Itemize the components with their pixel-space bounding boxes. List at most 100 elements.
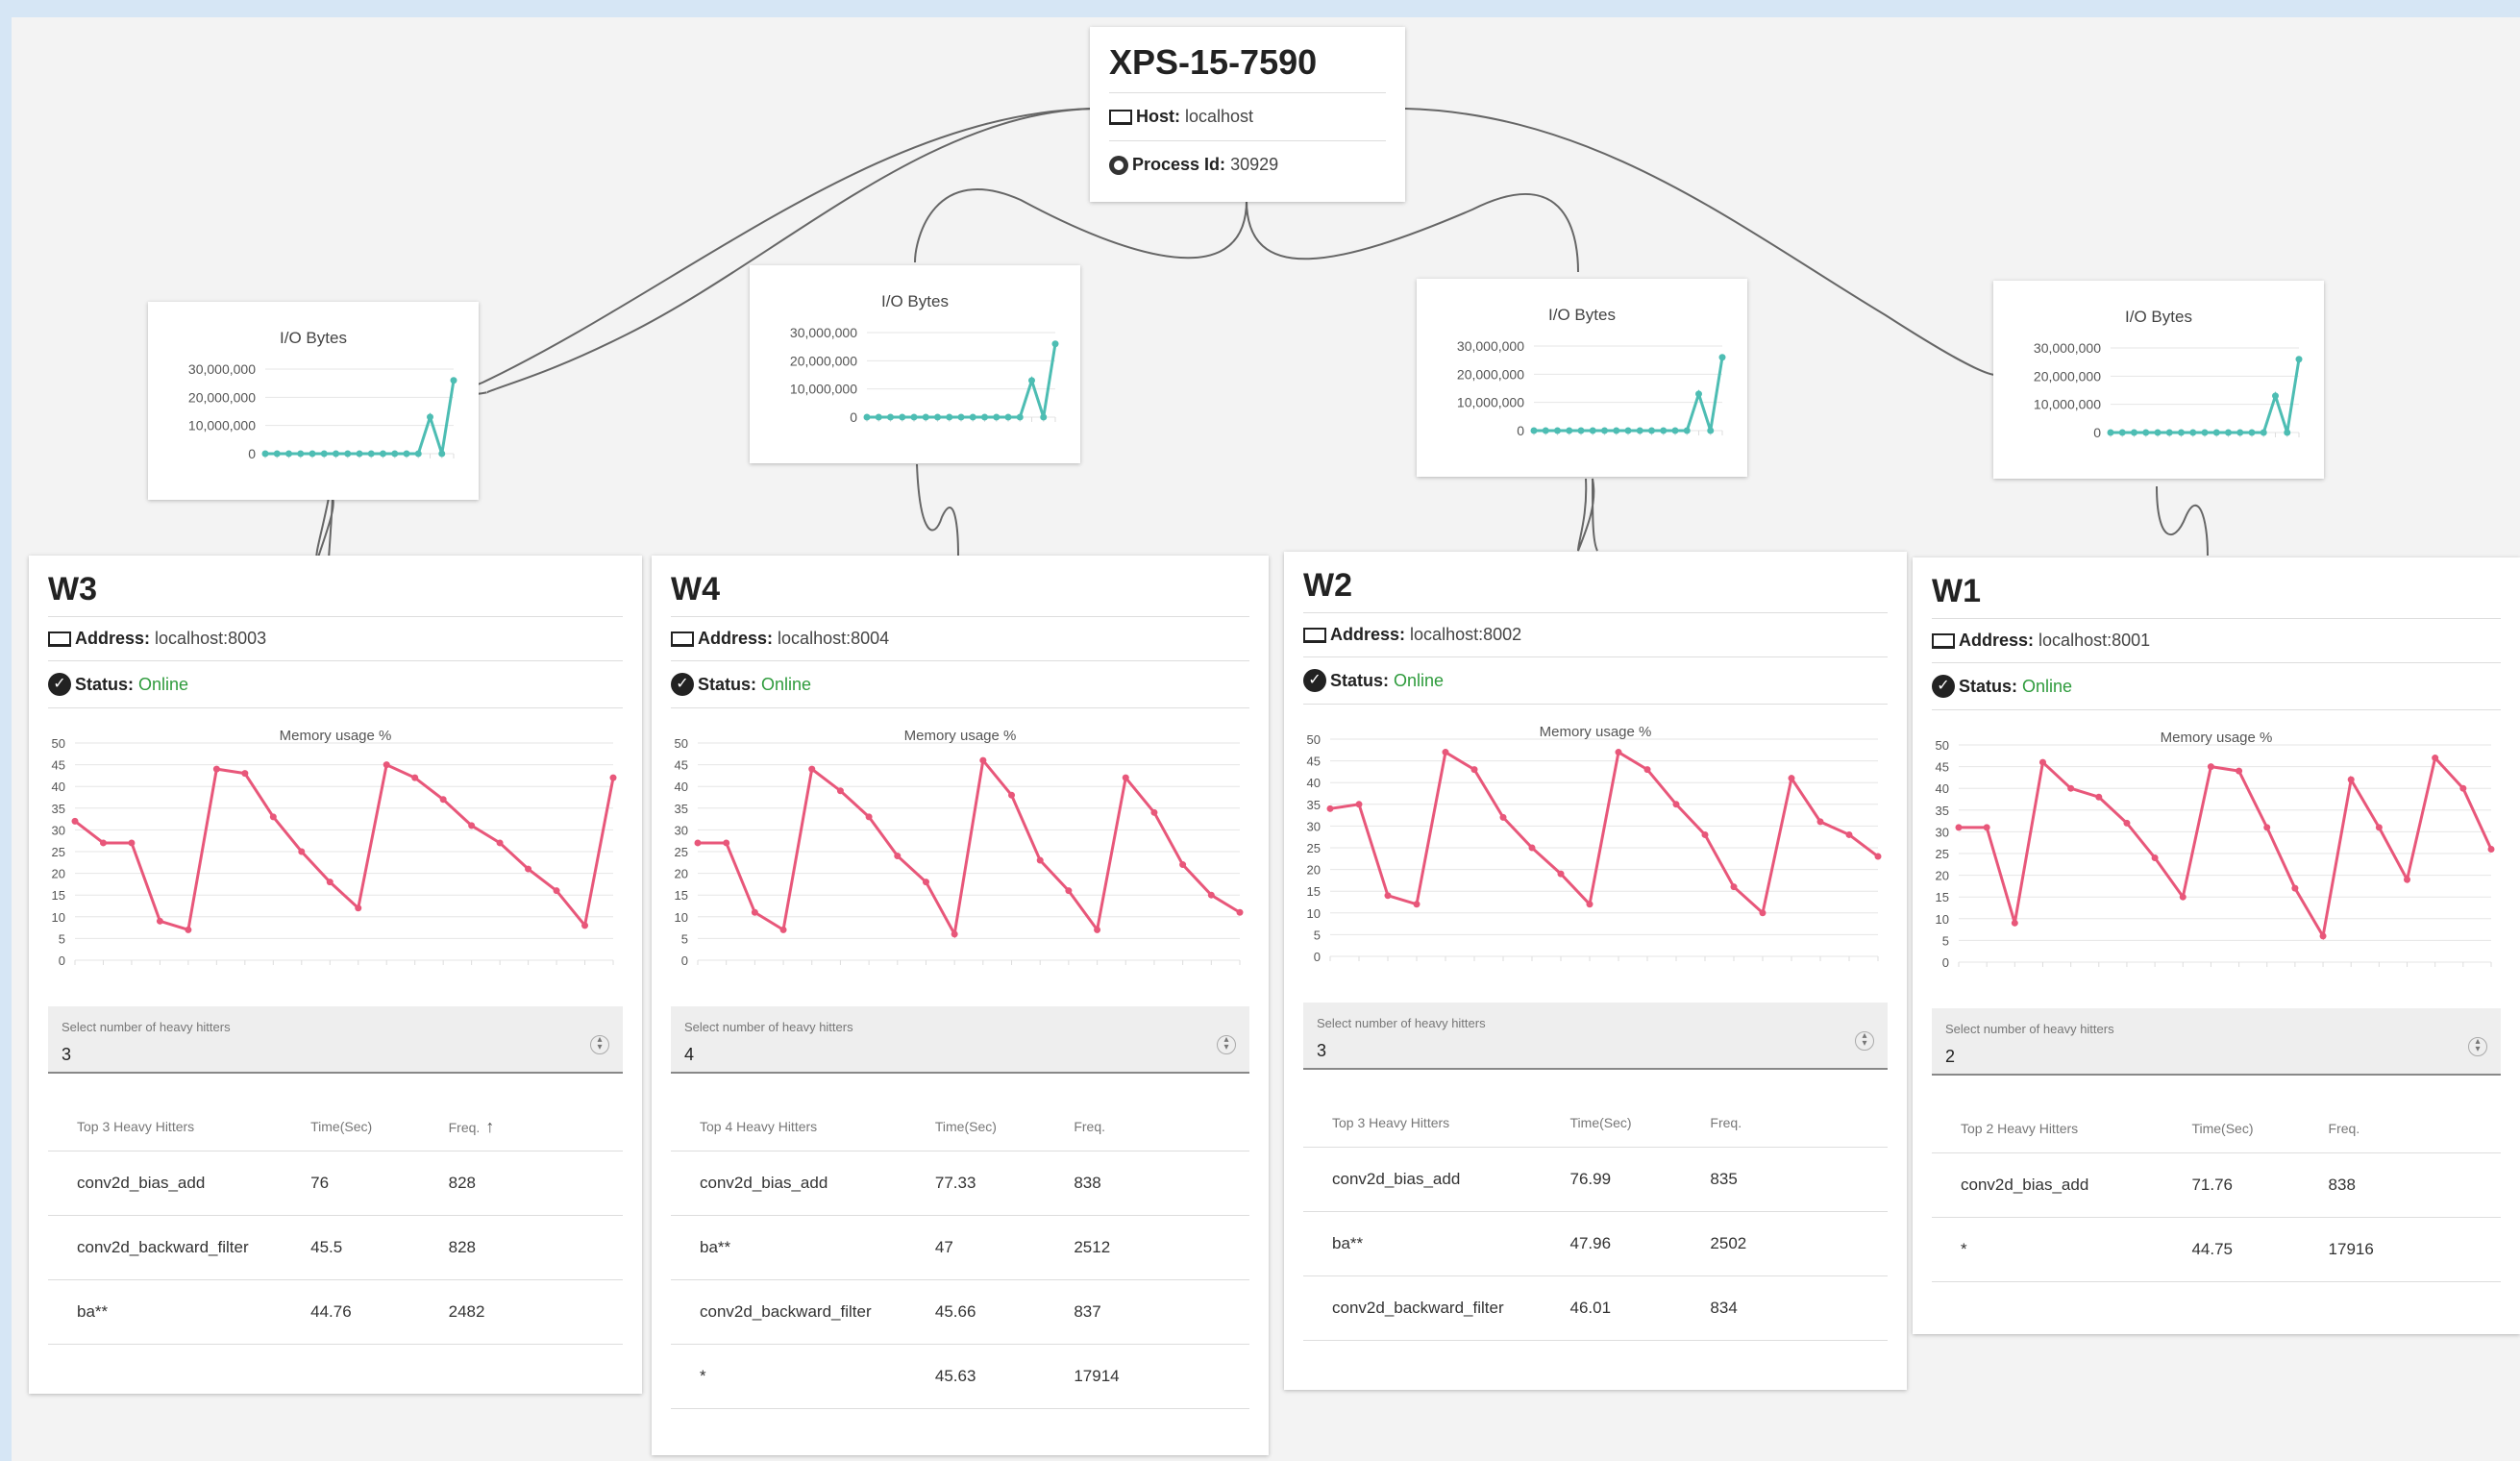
sort-arrow-up-icon[interactable]: ↑ (485, 1117, 494, 1136)
table-row[interactable]: ba** 47.96 2502 (1303, 1211, 1888, 1276)
y-tick-label: 30,000,000 (1457, 338, 1524, 354)
column-header-freq[interactable]: Freq. (1700, 1099, 1888, 1148)
data-point (1707, 427, 1715, 434)
data-point (367, 450, 375, 458)
data-point (1874, 853, 1882, 860)
address-row: Address: localhost:8001 (1932, 619, 2501, 663)
data-point (2432, 755, 2439, 762)
data-point (1004, 413, 1012, 421)
table-row[interactable]: conv2d_bias_add 71.76 838 (1932, 1152, 2501, 1218)
table-row[interactable]: * 44.75 17916 (1932, 1217, 2501, 1282)
io-chart: 30,000,000 20,000,000 10,000,000 0 (1457, 338, 1726, 438)
worker-card-w3[interactable]: W3 Address: localhost:8003 ✓ Status: Onl… (29, 556, 642, 1394)
column-header-freq[interactable]: Freq. ↑ (438, 1102, 623, 1151)
cell-freq: 838 (2318, 1152, 2501, 1218)
stepper-arrows-icon[interactable]: ▴ ▾ (2468, 1037, 2487, 1056)
column-header-name[interactable]: Top 3 Heavy Hitters (48, 1102, 302, 1151)
data-point (1816, 818, 1824, 826)
y-tick-label: 0 (681, 953, 688, 968)
data-point (1624, 427, 1632, 434)
worker-card-w1[interactable]: W1 Address: localhost:8001 ✓ Status: Onl… (1913, 557, 2520, 1334)
laptop-icon (1109, 109, 1132, 125)
cell-name: conv2d_bias_add (1932, 1152, 2183, 1218)
heavy-hitters-table: Top 3 Heavy Hitters Time(Sec) Freq. ↑ con… (48, 1102, 623, 1345)
data-point (1040, 413, 1048, 421)
data-point (2404, 876, 2411, 883)
table-row[interactable]: ba** 47 2512 (671, 1215, 1249, 1280)
laptop-icon (1303, 627, 1326, 643)
y-tick-label: 20,000,000 (2034, 368, 2101, 384)
table-row[interactable]: conv2d_backward_filter 45.66 837 (671, 1279, 1249, 1345)
worker-card-w4[interactable]: W4 Address: localhost:8004 ✓ Status: Onl… (652, 556, 1269, 1455)
stepper-arrows-icon[interactable]: ▴ ▾ (1855, 1031, 1874, 1051)
connector-io-w2 (1577, 478, 1598, 552)
table-row[interactable]: conv2d_bias_add 76 828 (48, 1151, 623, 1216)
data-point (1671, 427, 1679, 434)
data-point (2142, 429, 2150, 436)
cell-name: conv2d_backward_filter (48, 1215, 302, 1280)
series-line (867, 343, 1057, 419)
data-point (1730, 883, 1738, 891)
stepper-arrows-icon[interactable]: ▴ ▾ (1217, 1035, 1236, 1054)
data-point (2178, 429, 2185, 436)
data-point (1028, 377, 1035, 384)
check-circle-icon: ✓ (1932, 675, 1955, 698)
table-row[interactable]: conv2d_backward_filter 46.01 834 (1303, 1275, 1888, 1341)
data-point (2272, 392, 2279, 400)
column-header-time[interactable]: Time(Sec) (2182, 1104, 2319, 1153)
cell-time: 47.96 (1560, 1211, 1701, 1276)
table-row[interactable]: * 45.63 17914 (671, 1344, 1249, 1409)
column-header-freq[interactable]: Freq. (2318, 1104, 2501, 1153)
data-point (261, 450, 269, 458)
data-point (922, 413, 929, 421)
y-tick-label: 45 (1936, 760, 1949, 775)
table-row[interactable]: conv2d_backward_filter 45.5 828 (48, 1215, 623, 1280)
stepper-value[interactable]: 3 (1317, 1041, 1326, 1061)
heavy-hitters-stepper[interactable]: Select number of heavy hitters 4 ▴ ▾ (671, 1006, 1249, 1074)
data-point (934, 413, 941, 421)
column-header-time[interactable]: Time(Sec) (301, 1102, 439, 1151)
data-point (525, 865, 532, 873)
heavy-hitters-stepper[interactable]: Select number of heavy hitters 3 ▴ ▾ (1303, 1003, 1888, 1070)
cell-name: conv2d_bias_add (48, 1151, 302, 1216)
data-point (1648, 427, 1655, 434)
stepper-value[interactable]: 3 (62, 1045, 71, 1065)
graph-canvas[interactable]: XPS-15-7590 Host: localhost Process Id: … (12, 17, 2520, 1461)
table-row[interactable]: conv2d_bias_add 77.33 838 (671, 1151, 1249, 1216)
stepper-value[interactable]: 4 (684, 1045, 694, 1065)
table-row[interactable]: ba** 44.76 2482 (48, 1279, 623, 1345)
data-point (2225, 429, 2232, 436)
heavy-hitters-stepper[interactable]: Select number of heavy hitters 3 ▴ ▾ (48, 1006, 623, 1074)
y-tick-label: 10,000,000 (790, 382, 857, 397)
stepper-value[interactable]: 2 (1945, 1047, 1955, 1067)
column-header-time[interactable]: Time(Sec) (925, 1102, 1065, 1151)
data-point (2107, 429, 2114, 436)
cell-freq: 2502 (1700, 1211, 1888, 1276)
column-header-name[interactable]: Top 2 Heavy Hitters (1932, 1104, 2183, 1153)
data-point (1701, 830, 1709, 838)
y-tick-label: 30 (1936, 825, 1949, 839)
y-tick-label: 45 (675, 758, 688, 773)
column-header-freq[interactable]: Freq. (1064, 1102, 1249, 1151)
column-header-name[interactable]: Top 4 Heavy Hitters (671, 1102, 926, 1151)
y-tick-label: 25 (52, 845, 65, 859)
data-point (2189, 429, 2197, 436)
cell-name: ba** (48, 1279, 302, 1345)
y-tick-label: 45 (52, 758, 65, 773)
data-point (297, 450, 305, 458)
data-point (1554, 427, 1561, 434)
data-point (2131, 429, 2137, 436)
stepper-arrows-icon[interactable]: ▴ ▾ (590, 1035, 609, 1054)
address-value: localhost:8004 (778, 629, 890, 648)
heavy-hitters-stepper[interactable]: Select number of heavy hitters 2 ▴ ▾ (1932, 1008, 2501, 1076)
column-header-time[interactable]: Time(Sec) (1560, 1099, 1701, 1148)
y-tick-label: 0 (850, 409, 857, 425)
data-point (99, 839, 107, 847)
worker-card-w2[interactable]: W2 Address: localhost:8002 ✓ Status: Onl… (1284, 552, 1907, 1390)
column-header-name[interactable]: Top 3 Heavy Hitters (1303, 1099, 1561, 1148)
data-point (1542, 427, 1549, 434)
data-point (2487, 845, 2495, 853)
host-card[interactable]: XPS-15-7590 Host: localhost Process Id: … (1090, 27, 1405, 202)
table-row[interactable]: conv2d_bias_add 76.99 835 (1303, 1147, 1888, 1212)
data-point (212, 765, 220, 773)
